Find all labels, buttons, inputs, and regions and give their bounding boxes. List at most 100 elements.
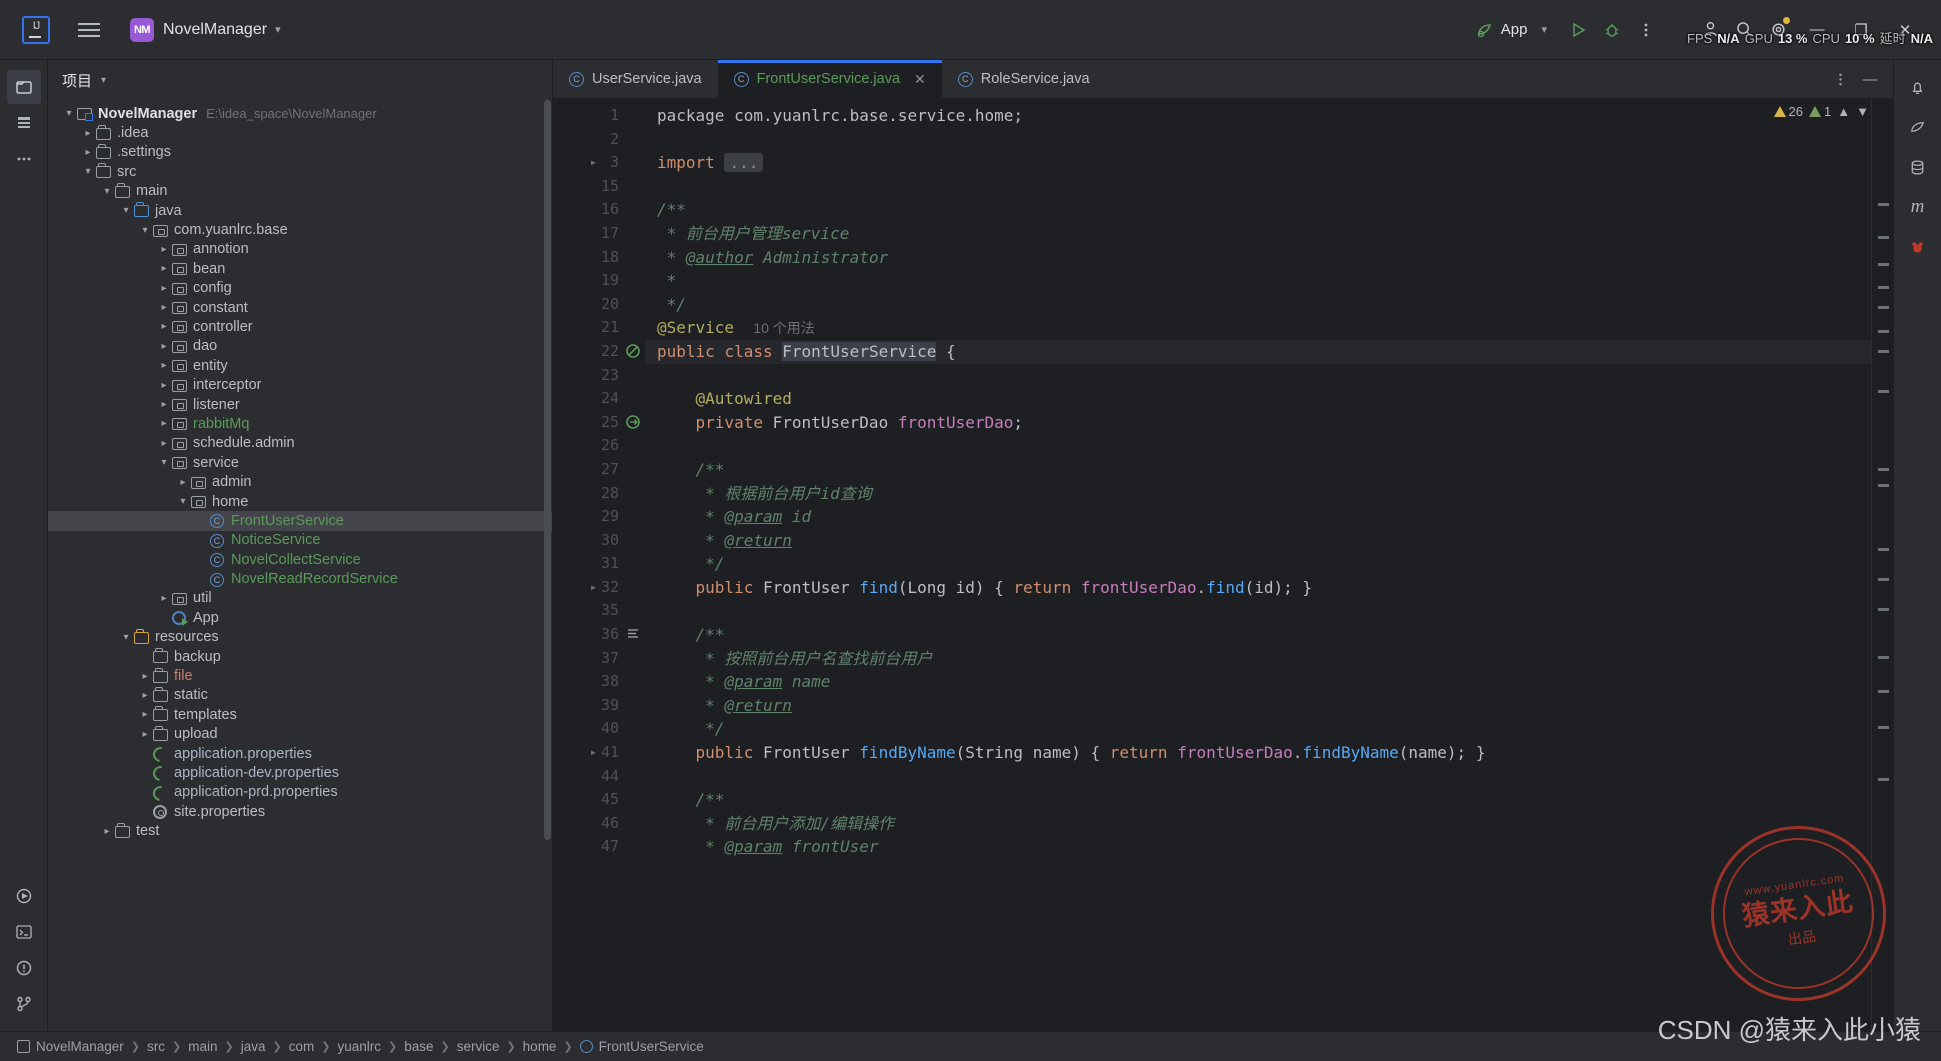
fold-arrow-icon[interactable]: ▸ <box>590 576 597 600</box>
expand-arrow-icon[interactable]: ▸ <box>157 380 171 391</box>
tree-node[interactable]: ▸CNoticeService <box>48 531 552 550</box>
tree-node[interactable]: ▾ service <box>48 453 552 472</box>
tree-node[interactable]: ▸ .idea <box>48 123 552 142</box>
tree-node[interactable]: ▸site.properties <box>48 802 552 821</box>
terminal-tool-icon[interactable] <box>7 915 41 949</box>
code-line[interactable]: */ <box>645 552 1871 576</box>
gutter-line[interactable]: 17 <box>553 222 645 246</box>
debug-button[interactable] <box>1595 13 1629 47</box>
next-problem-icon[interactable]: ▼ <box>1856 104 1869 119</box>
collapse-arrow-icon[interactable]: ▾ <box>62 108 76 119</box>
gutter-line[interactable]: 23 <box>553 364 645 388</box>
code-line[interactable]: /** <box>645 788 1871 812</box>
tree-node[interactable]: ▸ file <box>48 666 552 685</box>
gutter-line[interactable]: 44 <box>553 765 645 789</box>
hide-tabs-icon[interactable]: — <box>1857 66 1883 92</box>
code-line[interactable]: package com.yuanlrc.base.service.home; <box>645 104 1871 128</box>
settings-gear-icon[interactable] <box>1761 13 1795 47</box>
gutter-line[interactable]: 24 <box>553 387 645 411</box>
more-tools-icon[interactable] <box>7 142 41 176</box>
main-menu-icon[interactable] <box>74 15 104 45</box>
editor-tab[interactable]: C RoleService.java <box>942 60 1106 98</box>
close-button[interactable]: ✕ <box>1883 10 1927 50</box>
code-line[interactable] <box>645 434 1871 458</box>
editor-options-icon[interactable] <box>1827 66 1853 92</box>
fold-arrow-icon[interactable]: ▸ <box>590 741 597 765</box>
tree-node[interactable]: ▸ admin <box>48 472 552 491</box>
code-line[interactable]: * @author Administrator <box>645 246 1871 270</box>
code-line[interactable]: @Service 10 个用法 <box>645 316 1871 340</box>
code-line[interactable]: * 前台用户管理service <box>645 222 1871 246</box>
collapse-arrow-icon[interactable]: ▾ <box>176 496 190 507</box>
tree-node[interactable]: ▸ dao <box>48 337 552 356</box>
collapse-arrow-icon[interactable]: ▾ <box>157 457 171 468</box>
code-line[interactable]: * <box>645 269 1871 293</box>
notifications-icon[interactable] <box>1901 70 1935 104</box>
collapse-arrow-icon[interactable]: ▾ <box>119 205 133 216</box>
code-line[interactable] <box>645 765 1871 789</box>
gutter-line[interactable]: 25 <box>553 411 645 435</box>
code-line[interactable]: */ <box>645 293 1871 317</box>
expand-arrow-icon[interactable]: ▸ <box>157 244 171 255</box>
expand-arrow-icon[interactable]: ▸ <box>157 283 171 294</box>
project-tree[interactable]: ▾ NovelManager E:\idea_space\NovelManager ▸… <box>48 100 552 1031</box>
gutter-line[interactable]: 45 <box>553 788 645 812</box>
tree-node[interactable]: ▸ controller <box>48 317 552 336</box>
code-line[interactable]: private FrontUserDao frontUserDao; <box>645 411 1871 435</box>
breadcrumb-item[interactable]: base <box>397 1039 440 1054</box>
tree-node[interactable]: ▸ constant <box>48 298 552 317</box>
tree-node[interactable]: ▸App <box>48 608 552 627</box>
tree-node[interactable]: ▾ java <box>48 201 552 220</box>
breadcrumb-item[interactable]: yuanlrc <box>330 1039 388 1054</box>
search-icon[interactable] <box>1727 13 1761 47</box>
gutter-line[interactable]: 28 <box>553 482 645 506</box>
gutter-line[interactable]: 40 <box>553 717 645 741</box>
expand-arrow-icon[interactable]: ▸ <box>157 418 171 429</box>
project-name-label[interactable]: NovelManager <box>163 21 267 39</box>
code-line[interactable] <box>645 128 1871 152</box>
tree-node[interactable]: ▸ upload <box>48 725 552 744</box>
gutter-line[interactable]: 26 <box>553 434 645 458</box>
tree-node[interactable]: ▸backup <box>48 647 552 666</box>
breadcrumb-item[interactable]: home <box>516 1039 564 1054</box>
breadcrumb-item[interactable]: src <box>140 1039 172 1054</box>
expand-arrow-icon[interactable]: ▸ <box>157 302 171 313</box>
gutter-line[interactable]: 35 <box>553 599 645 623</box>
more-actions-icon[interactable] <box>1629 13 1663 47</box>
expand-arrow-icon[interactable]: ▸ <box>157 321 171 332</box>
breadcrumb-item[interactable]: service <box>450 1039 507 1054</box>
maven-tool-icon[interactable] <box>1901 110 1935 144</box>
gutter-line[interactable]: ▸ 3 <box>553 151 645 175</box>
gutter-line[interactable]: 1 <box>553 104 645 128</box>
minimize-button[interactable]: — <box>1795 10 1839 50</box>
breadcrumb-item[interactable]: java <box>234 1039 273 1054</box>
gutter-line[interactable]: ▸ 41 <box>553 741 645 765</box>
gutter-line[interactable]: 20 <box>553 293 645 317</box>
tree-node[interactable]: ▸CNovelCollectService <box>48 550 552 569</box>
gutter-line[interactable]: 27 <box>553 458 645 482</box>
code-line[interactable]: /** <box>645 623 1871 647</box>
code-line[interactable]: */ <box>645 717 1871 741</box>
code-line[interactable] <box>645 175 1871 199</box>
editor-tab[interactable]: C FrontUserService.java ✕ <box>717 60 942 98</box>
project-tree-scrollbar[interactable] <box>544 100 551 840</box>
tree-node[interactable]: ▾ home <box>48 492 552 511</box>
tree-node[interactable]: ▸ rabbitMq <box>48 414 552 433</box>
maximize-button[interactable]: ❐ <box>1839 10 1883 50</box>
gutter-line[interactable]: 47 <box>553 835 645 859</box>
gutter-line[interactable]: 19 <box>553 269 645 293</box>
expand-arrow-icon[interactable]: ▸ <box>81 128 95 139</box>
expand-arrow-icon[interactable]: ▸ <box>157 438 171 449</box>
code-line[interactable] <box>645 364 1871 388</box>
project-badge[interactable]: NM <box>130 17 154 42</box>
editor-gutter[interactable]: 1 2 ▸ 3 15 16 17 18 19 20 21 22 23 24 25 26 27 28 29 30 31 ▸ 3… <box>553 98 645 1031</box>
code-line[interactable]: * @return <box>645 694 1871 718</box>
expand-arrow-icon[interactable]: ▸ <box>157 360 171 371</box>
tree-node[interactable]: ▸ templates <box>48 705 552 724</box>
collapse-arrow-icon[interactable]: ▾ <box>100 186 114 197</box>
chevron-down-icon[interactable]: ▾ <box>275 23 281 36</box>
chevron-down-icon[interactable]: ▾ <box>101 75 106 86</box>
collapse-arrow-icon[interactable]: ▾ <box>119 632 133 643</box>
tree-node[interactable]: ▾ src <box>48 162 552 181</box>
expand-arrow-icon[interactable]: ▸ <box>157 399 171 410</box>
